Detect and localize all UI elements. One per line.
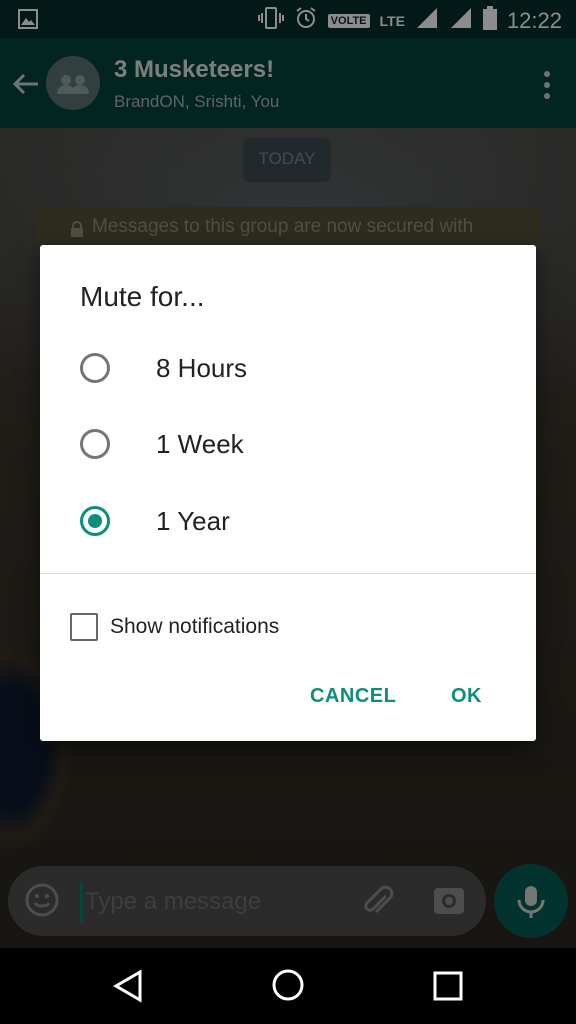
- option-label: 1 Year: [156, 506, 230, 536]
- nav-recents-icon[interactable]: [432, 970, 464, 1007]
- option-1-week[interactable]: 1 Week: [40, 411, 536, 481]
- nav-back-icon[interactable]: [112, 969, 144, 1008]
- cancel-button[interactable]: CANCEL: [310, 685, 396, 708]
- option-label: 8 Hours: [156, 353, 248, 383]
- dialog-title: Mute for...: [80, 281, 205, 312]
- option-1-year[interactable]: 1 Year: [40, 488, 536, 558]
- radio-button[interactable]: [80, 353, 110, 383]
- option-label: 1 Week: [156, 429, 244, 459]
- option-8-hours[interactable]: 8 Hours: [40, 335, 536, 405]
- ok-button[interactable]: OK: [451, 685, 482, 708]
- radio-button[interactable]: [80, 429, 110, 459]
- show-notifications-label[interactable]: Show notifications: [110, 615, 279, 639]
- mute-dialog: Mute for... 8 Hours 1 Week 1 Year Show n…: [40, 245, 536, 741]
- nav-home-icon[interactable]: [270, 967, 306, 1008]
- show-notifications-checkbox[interactable]: [70, 613, 98, 641]
- divider: [40, 573, 536, 574]
- radio-button-selected[interactable]: [80, 506, 110, 536]
